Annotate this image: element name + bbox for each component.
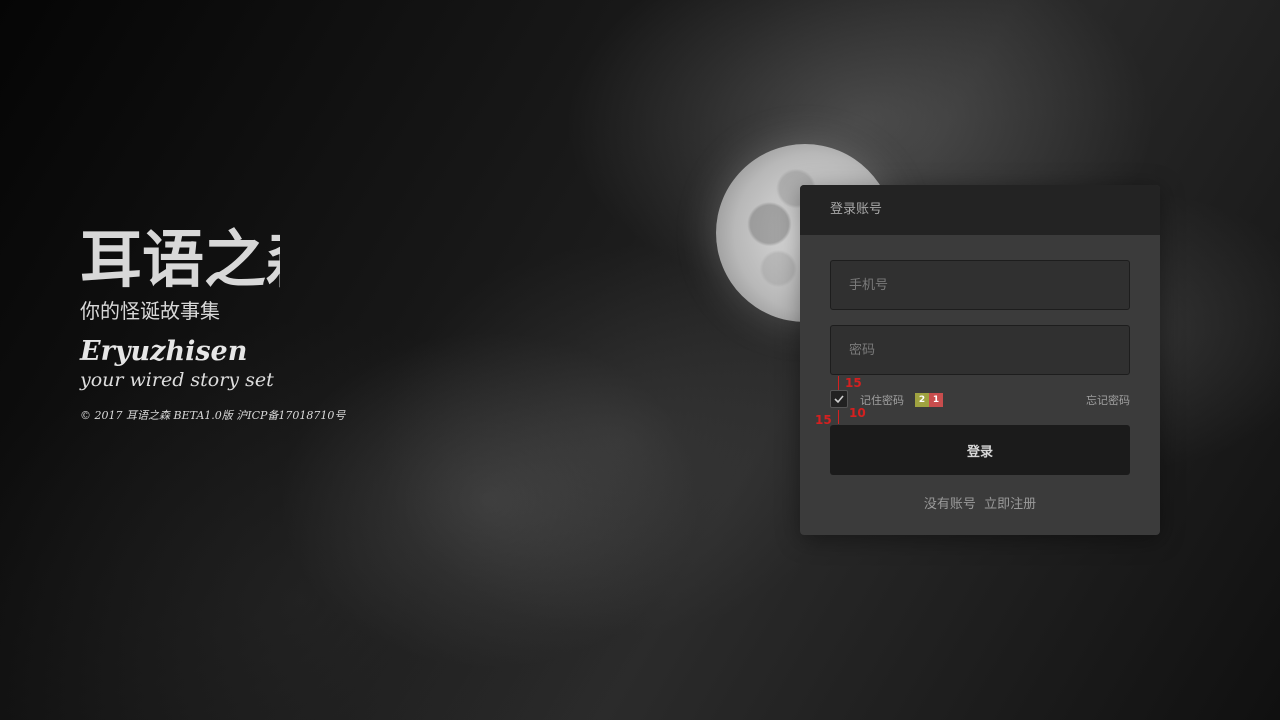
brand-tagline: your wired story set (80, 369, 274, 391)
login-panel-title: 登录账号 (800, 185, 1160, 235)
remember-row: 记住密码 2 1 忘记密码 (830, 390, 1130, 410)
password-input[interactable] (830, 325, 1130, 375)
badge-count-a: 2 (915, 393, 929, 407)
annotation-line-bottom (838, 410, 839, 424)
no-account-text: 没有账号 (923, 497, 976, 512)
logo-subtitle-text: 你的怪诞故事集 (80, 299, 220, 323)
badge-count-b: 1 (929, 393, 943, 407)
brand-name: Eryuzhisen (80, 336, 248, 367)
logo-calligraphy: 耳语之森 你的怪诞故事集 (80, 223, 280, 323)
login-panel: 登录账号 记住密码 2 1 忘记密码 登录 没有账号 立即注册 (800, 185, 1160, 535)
forgot-password-link[interactable]: 忘记密码 (1086, 392, 1130, 408)
annotation-top: 15 (845, 376, 862, 390)
annotation-bottom: 10 (849, 406, 866, 420)
register-link[interactable]: 立即注册 (984, 497, 1036, 512)
logo-calligraphy-text: 耳语之森 (80, 223, 280, 296)
login-button[interactable]: 登录 (830, 425, 1130, 475)
copyright-text: © 2017 耳语之森 BETA1.0版 沪ICP备17018710号 (80, 409, 346, 422)
remember-checkbox[interactable] (830, 390, 848, 408)
remember-label[interactable]: 记住密码 (860, 392, 904, 408)
phone-input[interactable] (830, 260, 1130, 310)
annotation-line-top (838, 376, 839, 390)
brand-block: 耳语之森 你的怪诞故事集 Eryuzhisen your wired story… (80, 186, 345, 423)
annotation-left: 15 (815, 413, 832, 427)
register-row: 没有账号 立即注册 (800, 493, 1160, 512)
check-icon (834, 395, 844, 404)
